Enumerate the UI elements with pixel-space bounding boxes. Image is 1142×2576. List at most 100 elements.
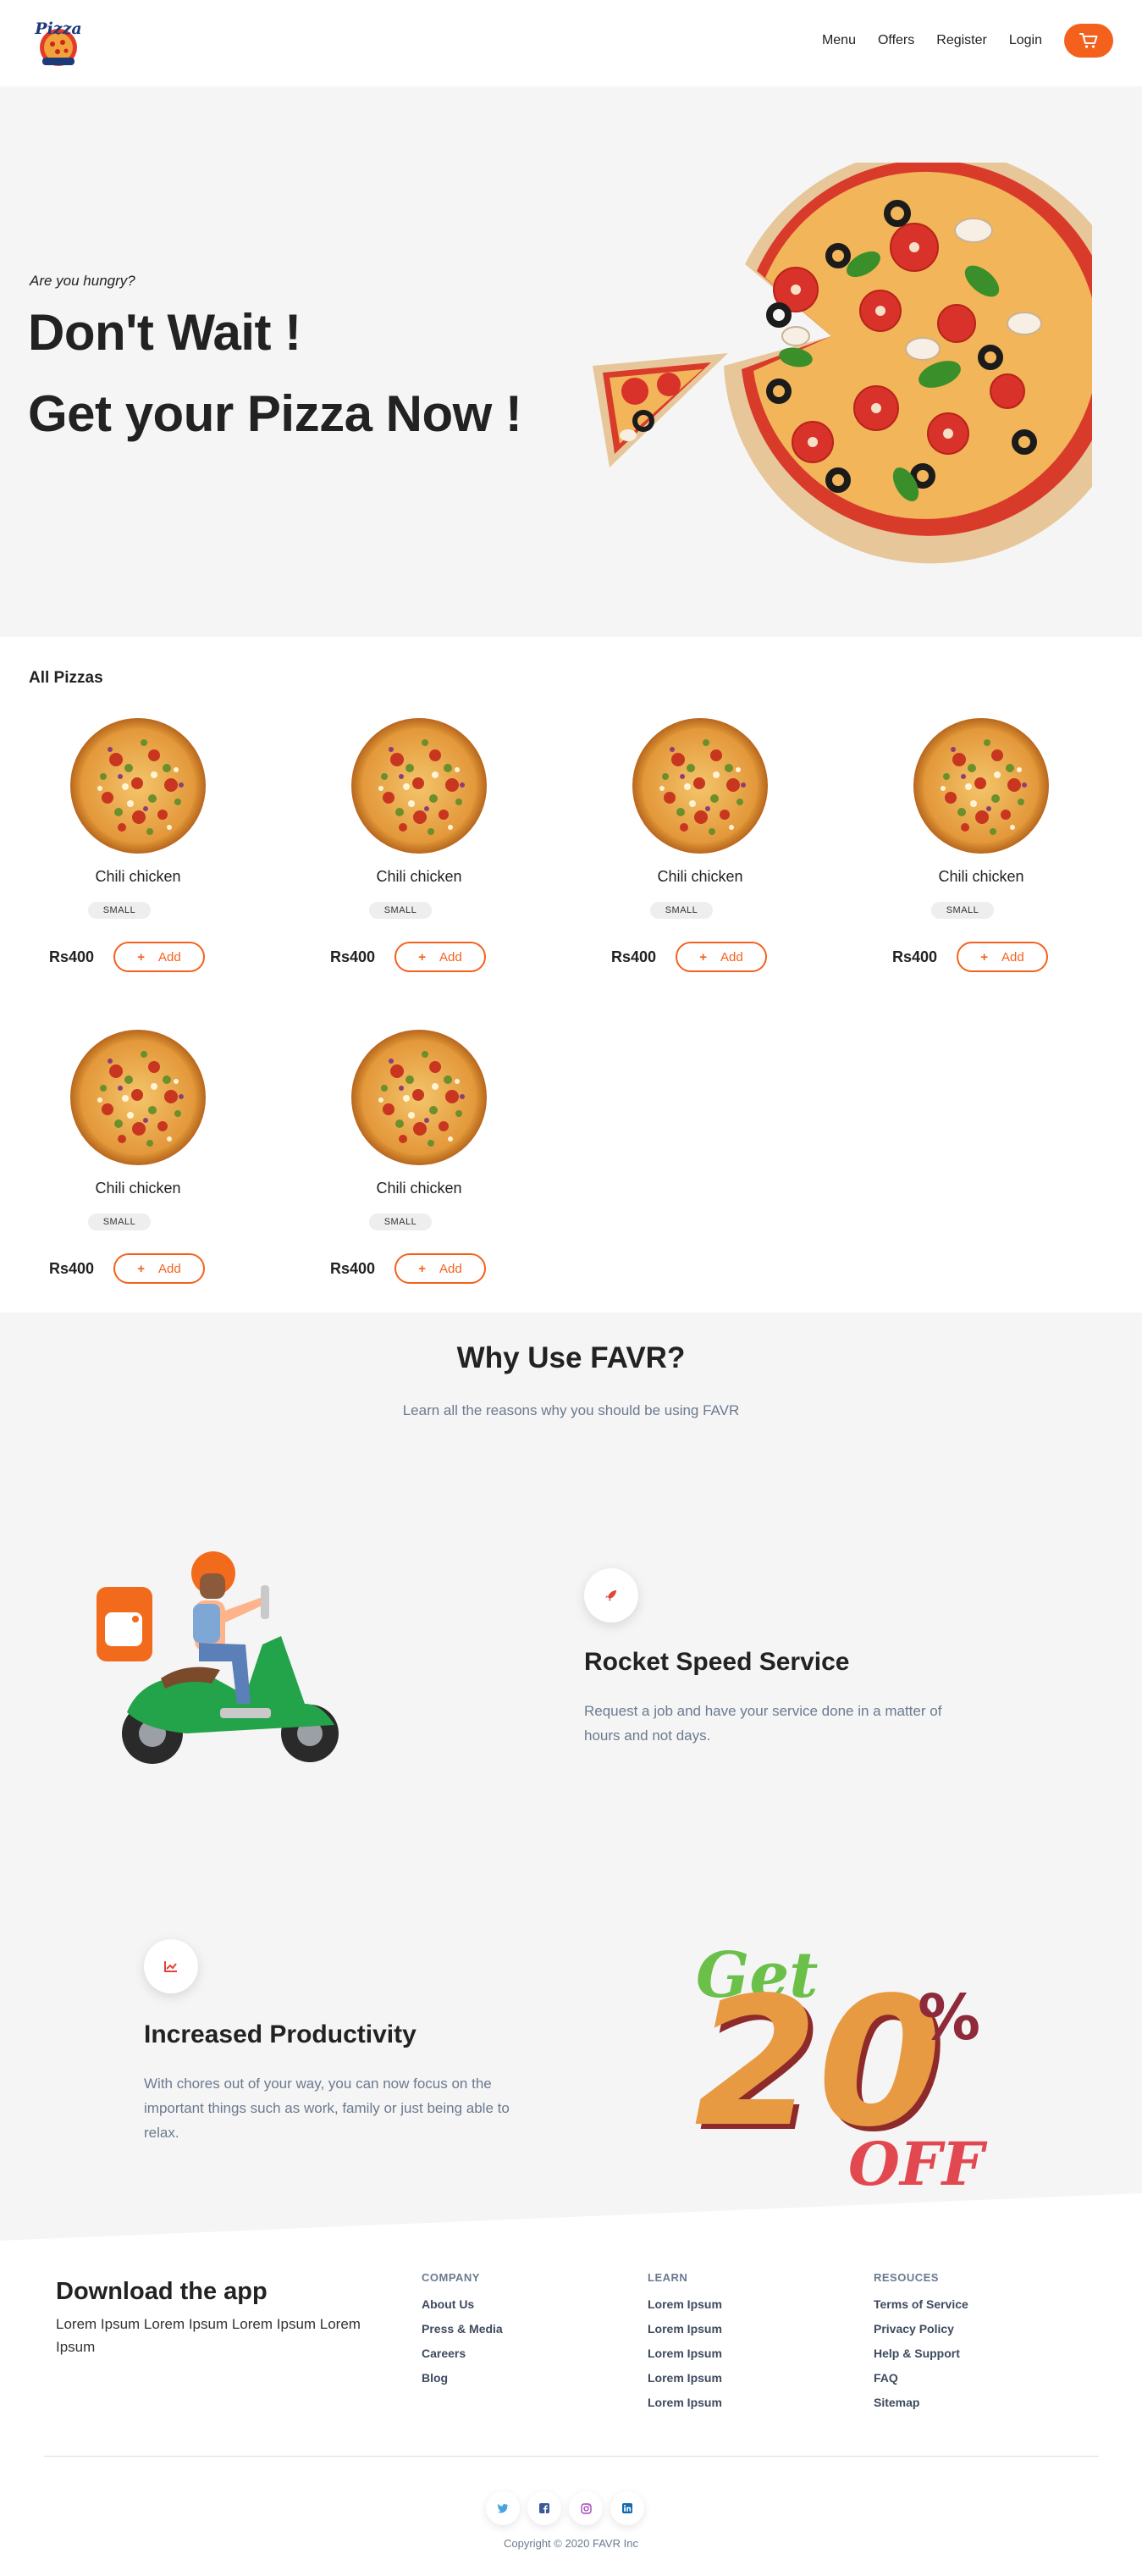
why-subtitle: Learn all the reasons why you should be … <box>402 1402 740 1418</box>
delivery-scooter-illustration <box>97 1551 339 1764</box>
twitter-button[interactable] <box>486 2491 520 2525</box>
add-to-cart-button[interactable]: + Add <box>113 942 205 972</box>
why-favr-section: Why Use FAVR? Learn all the reasons why … <box>0 1313 1142 2244</box>
pizza-name: Chili chicken <box>657 868 743 885</box>
social-links <box>486 2491 652 2525</box>
instagram-button[interactable] <box>569 2491 603 2525</box>
all-pizzas-title: All Pizzas <box>29 669 103 687</box>
footer-link[interactable]: Press & Media <box>422 2320 503 2345</box>
add-label: Add <box>720 949 743 965</box>
facebook-icon <box>539 2503 549 2513</box>
feature-rocket-icon-wrap <box>584 1568 638 1622</box>
linkedin-button[interactable] <box>610 2491 644 2525</box>
pizza-image <box>350 1029 488 1166</box>
pizza-logo[interactable]: Pizza <box>30 14 86 69</box>
nav-login[interactable]: Login <box>1009 33 1042 48</box>
linkedin-icon <box>622 2503 632 2513</box>
pizza-name: Chili chicken <box>95 868 181 885</box>
pizza-size-badge: SMALL <box>369 1213 432 1230</box>
cart-button[interactable] <box>1064 24 1113 58</box>
nav-register[interactable]: Register <box>936 33 987 48</box>
chart-icon <box>164 1961 177 1972</box>
pizza-card: Chili chicken SMALL Rs400 + Add <box>310 717 591 1005</box>
add-to-cart-button[interactable]: + Add <box>394 942 486 972</box>
pizza-name: Chili chicken <box>938 868 1024 885</box>
top-navbar: Pizza Menu Offers Register Login <box>0 0 1142 86</box>
footer-link[interactable]: Careers <box>422 2345 503 2369</box>
pizza-card: Chili chicken SMALL Rs400 + Add <box>591 717 872 1005</box>
feature-desc-productivity: With chores out of your way, you can now… <box>144 2076 510 2141</box>
footer-link[interactable]: Help & Support <box>874 2345 968 2369</box>
pizza-size-badge: SMALL <box>931 902 994 919</box>
footer-column-resources: RESOUCES Terms of Service Privacy Policy… <box>874 2271 968 2418</box>
add-to-cart-button[interactable]: + Add <box>957 942 1048 972</box>
footer-link[interactable]: About Us <box>422 2296 503 2320</box>
pizza-name: Chili chicken <box>376 868 462 885</box>
add-to-cart-button[interactable]: + Add <box>676 942 767 972</box>
add-label: Add <box>158 1261 181 1276</box>
footer-link[interactable]: Lorem Ipsum <box>648 2394 722 2418</box>
pizza-size-badge: SMALL <box>650 902 713 919</box>
instagram-icon <box>580 2502 592 2514</box>
pizza-image <box>913 717 1050 854</box>
pizza-price: Rs400 <box>49 1260 95 1277</box>
pizza-size-badge: SMALL <box>369 902 432 919</box>
pizza-image <box>632 717 769 854</box>
plus-icon: + <box>980 949 989 965</box>
pizza-card: Chili chicken SMALL Rs400 + Add <box>29 1029 310 1317</box>
cart-icon <box>1079 33 1098 48</box>
footer-link[interactable]: Blog <box>422 2369 503 2394</box>
pizza-name: Chili chicken <box>376 1180 462 1197</box>
copyright-text: Copyright © 2020 FAVR Inc <box>504 2537 638 2550</box>
footer-column-learn: LEARN Lorem Ipsum Lorem Ipsum Lorem Ipsu… <box>648 2271 722 2418</box>
promo-percent: % <box>918 1982 980 2054</box>
pizza-image <box>69 717 207 854</box>
footer-link[interactable]: FAQ <box>874 2369 968 2394</box>
all-pizzas-section: All Pizzas Chili chicken SMALL Rs400 + Ad… <box>0 637 1142 1313</box>
footer-column-company: COMPANY About Us Press & Media Careers B… <box>422 2271 503 2394</box>
site-footer: Download the app Lorem Ipsum Lorem Ipsum… <box>0 2193 1142 2576</box>
pizza-card: Chili chicken SMALL Rs400 + Add <box>872 717 1142 1005</box>
pizza-size-badge: SMALL <box>88 1213 151 1230</box>
footer-link[interactable]: Lorem Ipsum <box>648 2345 722 2369</box>
hero-pizza-illustration <box>593 163 1092 564</box>
nav-offers[interactable]: Offers <box>878 33 914 48</box>
download-app-title: Download the app <box>56 2278 268 2305</box>
footer-link[interactable]: Sitemap <box>874 2394 968 2418</box>
pizza-price: Rs400 <box>611 948 657 965</box>
footer-divider <box>44 2456 1099 2457</box>
nav-links: Menu Offers Register Login <box>800 24 1113 58</box>
download-app-text: Lorem Ipsum Lorem Ipsum Lorem Ipsum Lore… <box>56 2316 361 2355</box>
add-label: Add <box>439 1261 462 1276</box>
footer-heading: COMPANY <box>422 2271 480 2284</box>
facebook-button[interactable] <box>527 2491 561 2525</box>
feature-title-rocket: Rocket Speed Service <box>584 1648 850 1676</box>
pizza-size-badge: SMALL <box>88 902 151 919</box>
pizza-price: Rs400 <box>49 948 95 965</box>
hero-tagline: Are you hungry? <box>30 273 135 289</box>
pizza-price: Rs400 <box>330 948 376 965</box>
footer-heading: LEARN <box>648 2271 688 2284</box>
pizza-price: Rs400 <box>330 1260 376 1277</box>
add-label: Add <box>158 949 181 965</box>
plus-icon: + <box>699 949 708 965</box>
add-to-cart-button[interactable]: + Add <box>394 1253 486 1284</box>
add-label: Add <box>1001 949 1024 965</box>
add-to-cart-button[interactable]: + Add <box>113 1253 205 1284</box>
plus-icon: + <box>418 949 427 965</box>
footer-link[interactable]: Lorem Ipsum <box>648 2369 722 2394</box>
nav-menu[interactable]: Menu <box>822 33 856 48</box>
hero-heading-line-2: Get your Pizza Now ! <box>28 385 522 442</box>
footer-link[interactable]: Terms of Service <box>874 2296 968 2320</box>
pizza-image <box>69 1029 207 1166</box>
footer-link[interactable]: Lorem Ipsum <box>648 2320 722 2345</box>
pizza-price: Rs400 <box>892 948 938 965</box>
footer-heading: RESOUCES <box>874 2271 939 2284</box>
discount-promo-graphic: Get 20 20 % OFF <box>694 1939 988 2192</box>
svg-text:Pizza: Pizza <box>34 19 81 38</box>
feature-desc-rocket: Request a job and have your service done… <box>584 1703 942 1744</box>
pizza-name: Chili chicken <box>95 1180 181 1197</box>
footer-link[interactable]: Lorem Ipsum <box>648 2296 722 2320</box>
plus-icon: + <box>137 1261 146 1276</box>
footer-link[interactable]: Privacy Policy <box>874 2320 968 2345</box>
